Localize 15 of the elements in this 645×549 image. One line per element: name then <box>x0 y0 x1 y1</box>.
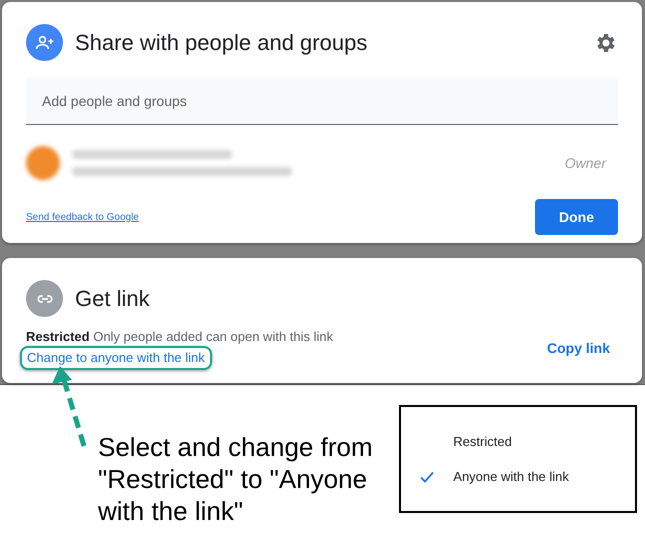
dialog-title: Share with people and groups <box>75 30 368 56</box>
add-person-icon <box>26 24 63 61</box>
menu-option[interactable]: Restricted <box>401 434 635 448</box>
access-description: Restricted Only people added can open with this link <box>26 329 334 344</box>
done-button[interactable]: Done <box>535 199 618 235</box>
dialog-title: Get link <box>75 286 151 312</box>
annotation-text: Select and change from "Restricted" to "Anyone with the link" <box>98 431 374 527</box>
avatar <box>26 146 60 180</box>
change-access-link[interactable]: Change to anyone with the link <box>27 350 205 365</box>
menu-option[interactable]: Anyone with the link <box>401 468 635 484</box>
copy-link-button[interactable]: Copy link <box>546 340 610 356</box>
feedback-link[interactable]: Send feedback to Google <box>26 212 139 222</box>
search-field[interactable]: Add people and groups <box>26 77 618 125</box>
link-icon <box>26 280 63 317</box>
role-label: Owner <box>564 155 608 171</box>
